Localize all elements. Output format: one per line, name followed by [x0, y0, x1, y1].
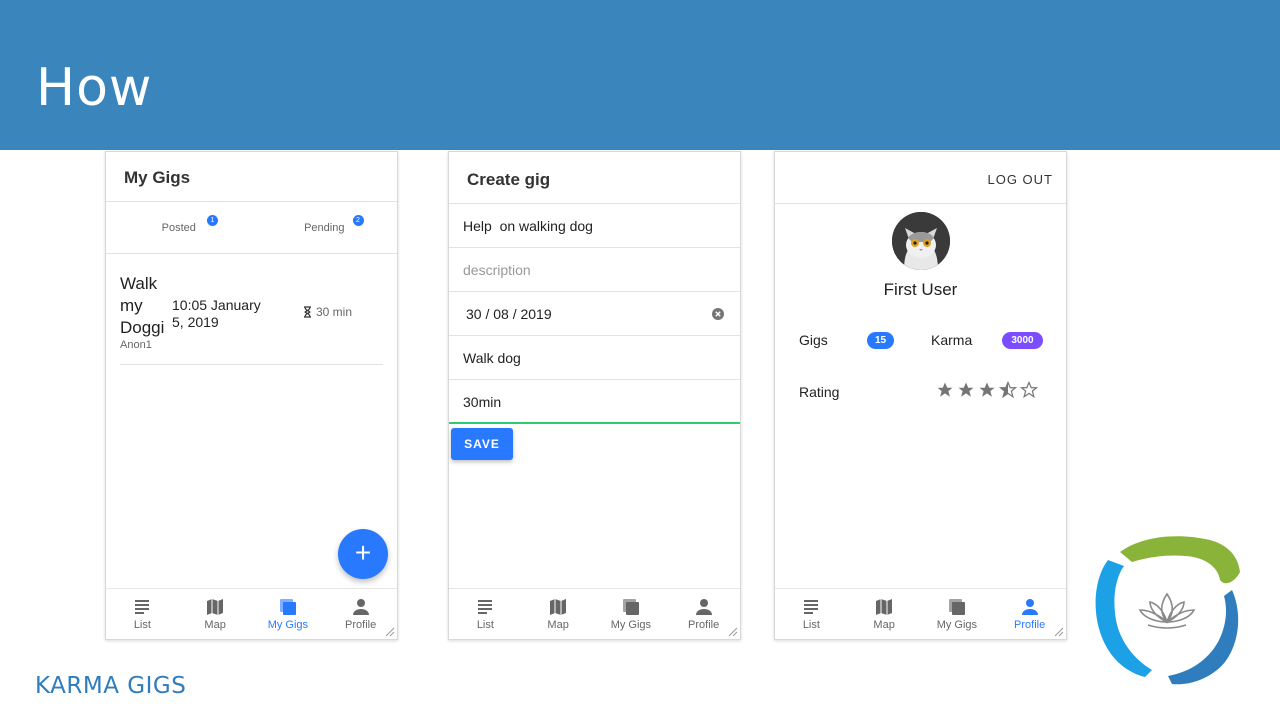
nav-item-my-gigs[interactable]: My Gigs	[595, 589, 668, 639]
gigs-stack-icon	[622, 598, 639, 615]
resize-grip-icon	[1054, 627, 1064, 637]
app-bar: LOG OUT	[775, 152, 1066, 204]
duration-field	[449, 380, 740, 424]
bottom-nav: List Map My Gigs Profile	[775, 588, 1066, 639]
category-field	[449, 336, 740, 380]
resize-grip-icon	[385, 627, 395, 637]
star-empty-icon	[1020, 381, 1038, 399]
nav-label: My Gigs	[267, 618, 309, 631]
list-icon	[478, 599, 493, 614]
hourglass-icon	[304, 306, 311, 318]
nav-item-list[interactable]: List	[775, 589, 848, 639]
karma-label: Karma	[931, 332, 973, 348]
save-button[interactable]: SAVE	[451, 428, 513, 460]
app-bar: My Gigs	[106, 152, 397, 202]
nav-label: Map	[204, 618, 226, 631]
nav-item-my-gigs[interactable]: My Gigs	[252, 589, 325, 639]
profile-screen: LOG OUT First User Gigs 15 Karma 3000 Ra…	[774, 151, 1067, 640]
nav-label: Map	[873, 618, 895, 631]
gig-title: Walk my Doggi	[120, 274, 165, 337]
tab-label: Posted	[161, 222, 196, 234]
map-icon	[207, 598, 224, 615]
footer-brand: KARMA GIGS	[35, 673, 187, 699]
karma-count-badge: 3000	[1002, 332, 1043, 349]
description-input[interactable]	[463, 262, 703, 278]
nav-label: Profile	[345, 618, 377, 631]
add-gig-button[interactable]: +	[338, 529, 388, 579]
nav-item-list[interactable]: List	[449, 589, 522, 639]
nav-label: List	[133, 618, 151, 631]
gigs-count-badge: 15	[867, 332, 894, 349]
person-icon	[695, 598, 712, 615]
nav-label: List	[802, 618, 820, 631]
slide-header: How	[0, 0, 1280, 150]
avatar	[892, 212, 950, 270]
nav-label: My Gigs	[936, 618, 978, 631]
description-field	[449, 248, 740, 292]
category-input[interactable]	[463, 350, 703, 366]
map-icon	[550, 598, 567, 615]
date-field	[449, 292, 740, 336]
page-title: My Gigs	[124, 168, 191, 187]
gigs-stack-icon	[948, 598, 965, 615]
star-filled-icon	[937, 382, 953, 397]
title-field	[449, 204, 740, 248]
tab-label: Pending	[304, 222, 345, 234]
rating-stars	[936, 381, 1038, 399]
tab-posted[interactable]: Posted 1	[106, 202, 252, 253]
tab-pending[interactable]: Pending 2	[252, 202, 398, 253]
slide-title: How	[36, 58, 153, 118]
page-title: Create gig	[467, 170, 551, 189]
list-icon	[135, 599, 150, 614]
nav-item-list[interactable]: List	[106, 589, 179, 639]
nav-label: My Gigs	[610, 618, 652, 631]
user-name: First User	[883, 280, 958, 299]
nav-label: List	[476, 618, 494, 631]
duration-text: 30 min	[316, 305, 353, 319]
bottom-nav: List Map My Gigs Profile	[106, 588, 397, 639]
title-input[interactable]	[463, 218, 703, 234]
list-item[interactable]: Walk my Doggi Anon1 10:05 January 5, 201…	[120, 254, 383, 365]
star-filled-icon	[958, 382, 974, 397]
count-badge: 1	[207, 215, 218, 226]
person-icon	[352, 598, 369, 615]
duration-input[interactable]	[463, 394, 703, 410]
create-gig-screen: Create gig SAVE List Map My Gigs Profile	[448, 151, 741, 640]
nav-label: Profile	[1014, 618, 1046, 631]
nav-label: Profile	[688, 618, 720, 631]
app-bar: Create gig	[449, 152, 740, 204]
nav-label: Map	[547, 618, 569, 631]
rating-label: Rating	[799, 384, 840, 400]
map-icon	[876, 598, 893, 615]
logout-button[interactable]: LOG OUT	[987, 172, 1053, 187]
gigs-stack-icon	[279, 598, 296, 615]
karma-gigs-logo-icon	[1095, 536, 1240, 685]
resize-grip-icon	[728, 627, 738, 637]
count-badge: 2	[352, 215, 364, 226]
gig-author: Anon1	[120, 339, 152, 351]
gig-tabs: Posted 1 Pending 2	[106, 202, 397, 254]
gigs-label: Gigs	[799, 332, 828, 348]
gig-date: 10:05 January 5, 2019	[172, 297, 261, 330]
cat-avatar-icon	[892, 212, 950, 270]
star-half-icon	[999, 381, 1017, 399]
my-gigs-screen: My Gigs Posted 1 Pending 2 Walk my Doggi…	[105, 151, 398, 640]
nav-item-map[interactable]: Map	[522, 589, 595, 639]
nav-item-map[interactable]: Map	[179, 589, 252, 639]
date-input[interactable]	[466, 306, 706, 322]
clear-icon[interactable]	[712, 308, 724, 320]
nav-item-my-gigs[interactable]: My Gigs	[921, 589, 994, 639]
nav-item-map[interactable]: Map	[848, 589, 921, 639]
gig-duration: 30 min	[303, 305, 352, 319]
list-icon	[804, 599, 819, 614]
person-icon	[1021, 598, 1038, 615]
bottom-nav: List Map My Gigs Profile	[449, 588, 740, 639]
star-filled-icon	[979, 382, 995, 397]
